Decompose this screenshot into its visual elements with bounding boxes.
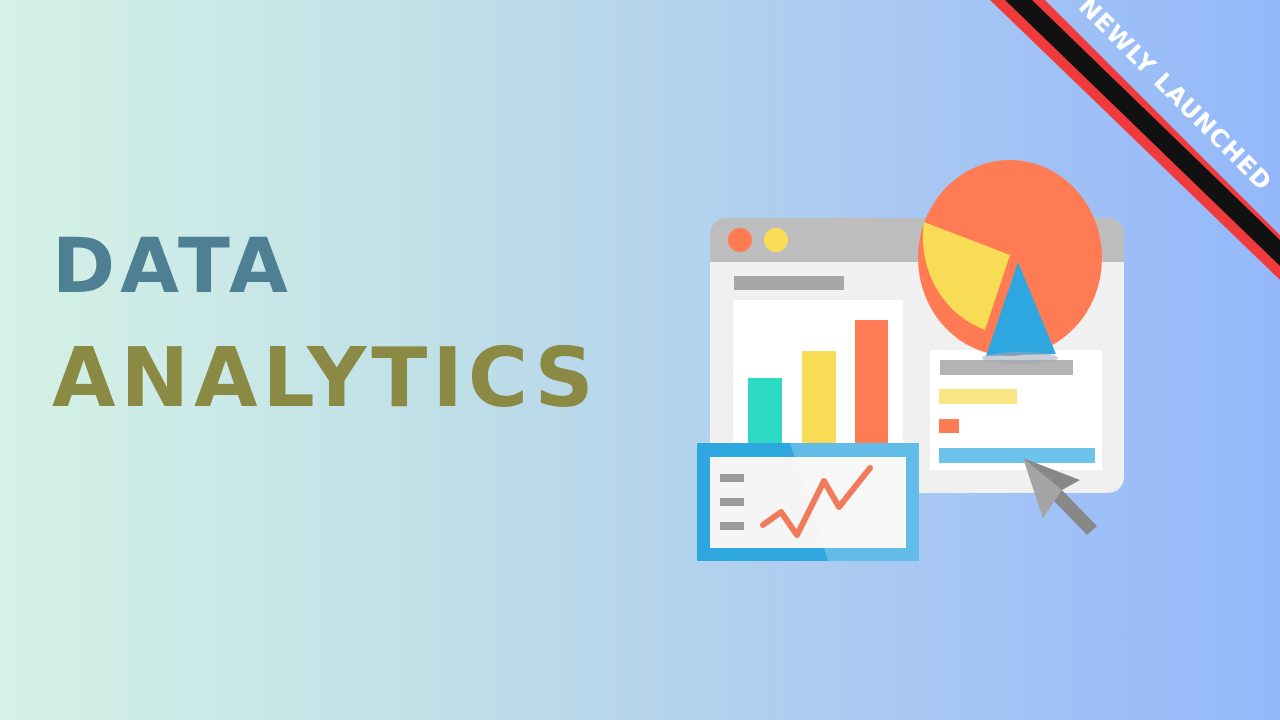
legend-panel-icon bbox=[930, 350, 1102, 470]
headline-analytics: ANALYTICS bbox=[52, 331, 599, 426]
bar-chart-icon bbox=[733, 300, 903, 450]
window-close-dot-icon bbox=[728, 228, 752, 252]
headline-data: DATA bbox=[52, 221, 293, 310]
window-minimize-dot-icon bbox=[764, 228, 788, 252]
analytics-dashboard-icon bbox=[697, 160, 1124, 561]
line-chart-icon bbox=[697, 443, 919, 561]
